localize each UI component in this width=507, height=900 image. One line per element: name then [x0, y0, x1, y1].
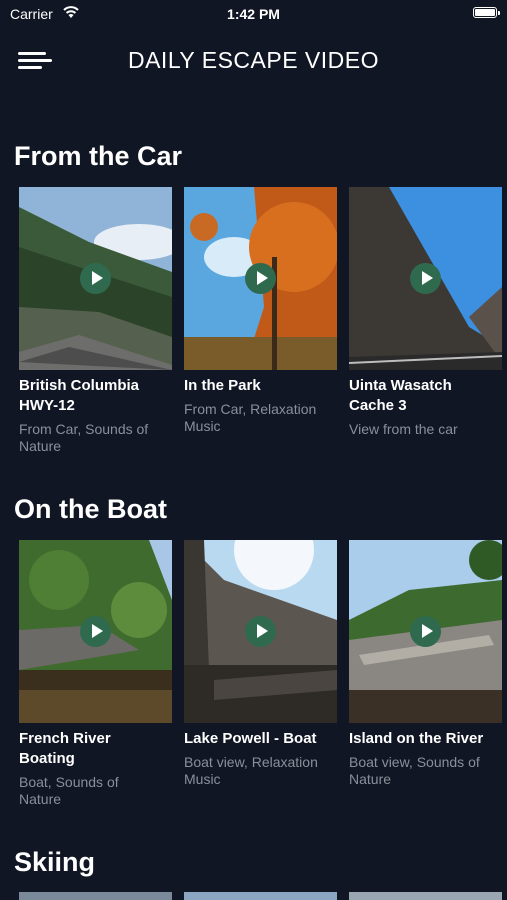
video-thumbnail [19, 892, 172, 900]
video-subtitle: From Car, Relaxation Music [184, 401, 317, 434]
play-icon[interactable] [80, 263, 111, 294]
video-title: Uinta Wasatch Cache 3 [349, 377, 452, 414]
nav-bar: DAILY ESCAPE VIDEO [0, 40, 507, 80]
play-icon[interactable] [410, 616, 441, 647]
video-thumbnail [349, 892, 502, 900]
video-title: Island on the River [349, 730, 484, 747]
video-subtitle: View from the car [349, 421, 458, 437]
section-title-skiing: Skiing [14, 847, 96, 877]
app-title: DAILY ESCAPE VIDEO [127, 47, 380, 73]
play-icon[interactable] [245, 616, 276, 647]
play-icon[interactable] [410, 263, 441, 294]
play-icon[interactable] [80, 616, 111, 647]
video-subtitle: Boat view, Sounds of Nature [349, 754, 480, 787]
status-time: 1:42 PM [227, 6, 280, 22]
video-title: French River Boating [19, 730, 111, 767]
video-title: British Columbia HWY-12 [19, 377, 140, 414]
video-subtitle: Boat view, Relaxation Music [184, 754, 318, 787]
video-subtitle: Boat, Sounds of Nature [19, 774, 119, 807]
video-subtitle: From Car, Sounds of Nature [19, 421, 149, 454]
battery-icon [473, 7, 500, 18]
video-title: In the Park [184, 377, 261, 394]
play-icon[interactable] [245, 263, 276, 294]
video-title: Lake Powell - Boat [184, 730, 317, 747]
section-title-on-the-boat: On the Boat [14, 494, 167, 524]
section-title-from-the-car: From the Car [14, 141, 183, 171]
status-bar: Carrier 1:42 PM [0, 0, 507, 28]
video-thumbnail [184, 892, 337, 900]
